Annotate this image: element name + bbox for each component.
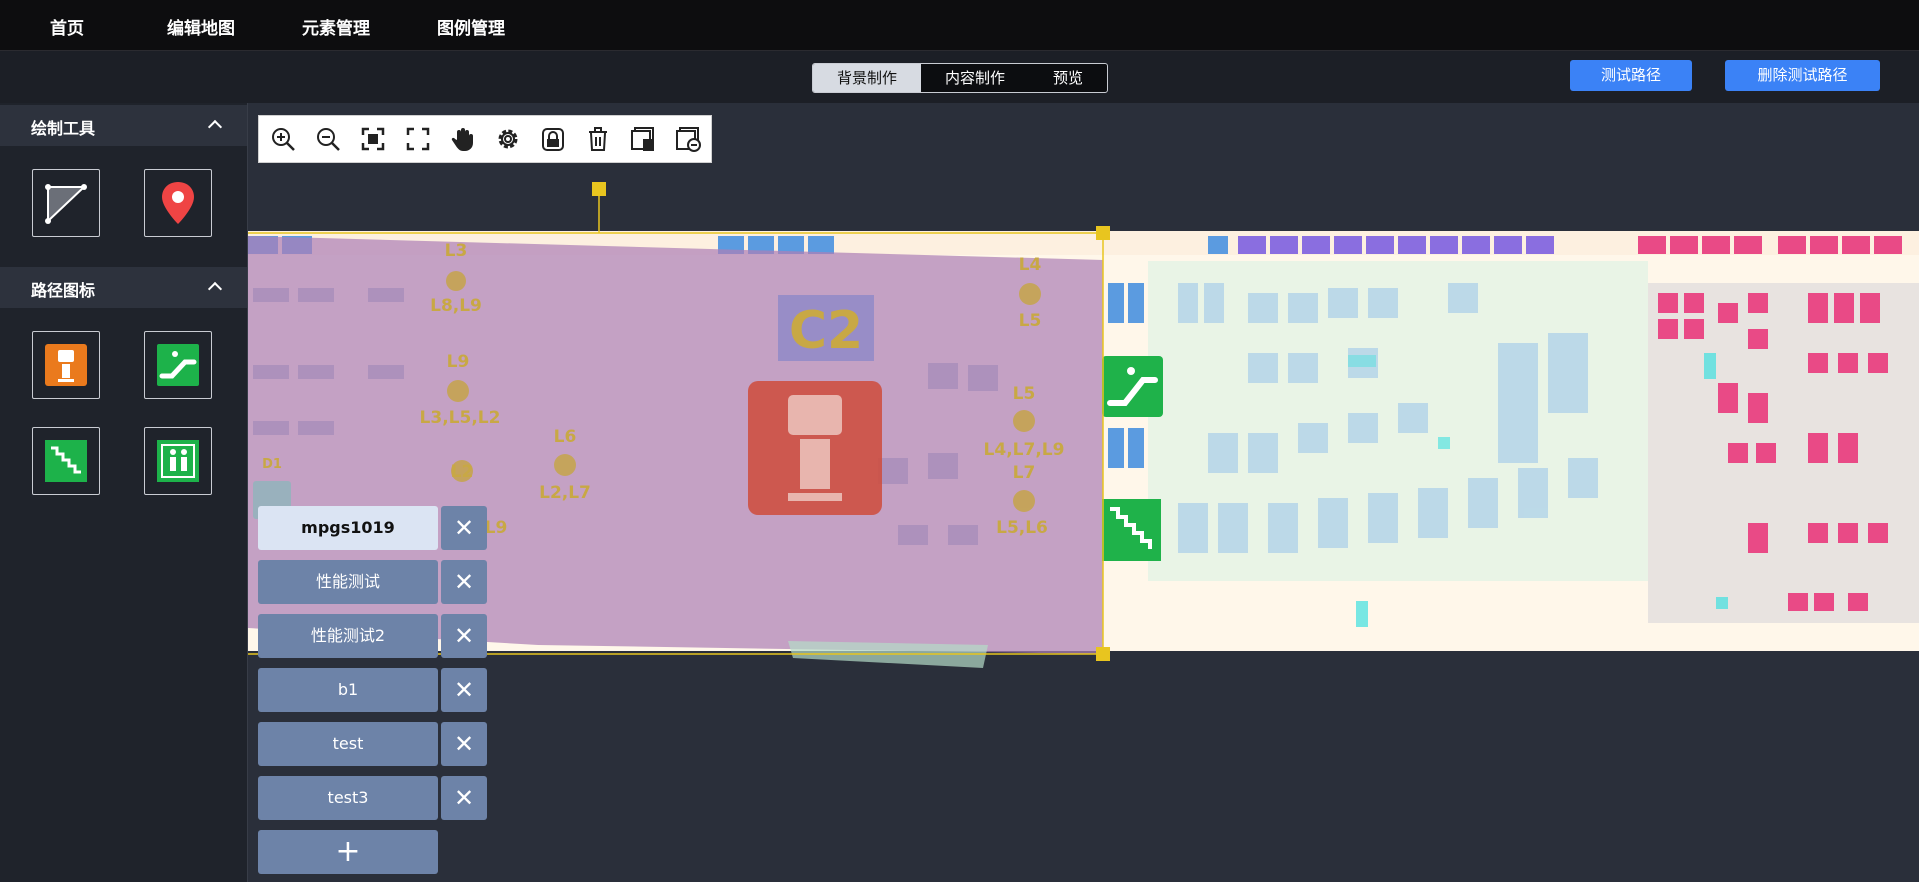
layer-item-test[interactable]: test — [258, 722, 438, 766]
route-label: L8,L9 — [430, 296, 482, 316]
remove-layer-icon — [676, 127, 701, 152]
route-label: L4 — [1019, 255, 1042, 275]
nav-legend-management[interactable]: 图例管理 — [437, 14, 505, 39]
settings-gear-icon — [498, 129, 518, 149]
mode-tab-group: 背景制作 内容制作 预览 — [812, 63, 1108, 93]
layer-item-performance-test[interactable]: 性能测试 — [258, 560, 438, 604]
layer-delete-button[interactable]: ✕ — [441, 560, 487, 604]
lock-icon — [542, 128, 564, 151]
fit-screen-button[interactable] — [359, 125, 387, 153]
route-label: L9 — [447, 352, 470, 372]
layer-delete-button[interactable]: ✕ — [441, 776, 487, 820]
close-icon: ✕ — [453, 676, 475, 704]
draw-tools-header[interactable]: 绘制工具 — [0, 105, 247, 146]
pan-button[interactable] — [449, 125, 477, 153]
tab-content-production[interactable]: 内容制作 — [921, 64, 1029, 92]
fullscreen-button[interactable] — [404, 125, 432, 153]
zoom-in-button[interactable] — [269, 125, 297, 153]
route-label: L2,L7 — [539, 483, 591, 503]
close-icon: ✕ — [453, 568, 475, 596]
zoom-out-button[interactable] — [314, 125, 342, 153]
route-label: L5 — [1019, 311, 1042, 331]
map-drawing[interactable]: C2 L3 L8,L9 L9 L3,L5,L2 L2 L6 L2,L7 L9 L… — [248, 103, 1919, 882]
close-icon: ✕ — [453, 784, 475, 812]
route-label: L4,L7,L9 — [984, 440, 1065, 460]
route-label: L7 — [1013, 463, 1036, 483]
test-route-button[interactable]: 测试路径 — [1570, 60, 1692, 91]
layer-delete-button[interactable]: ✕ — [441, 506, 487, 550]
tab-preview[interactable]: 预览 — [1029, 64, 1107, 92]
route-icon-escalator[interactable] — [144, 331, 212, 399]
add-layer-button[interactable]: + — [258, 830, 438, 874]
layer-item-test3[interactable]: test3 — [258, 776, 438, 820]
lock-button[interactable] — [539, 125, 567, 153]
delete-test-route-button[interactable]: 删除测试路径 — [1725, 60, 1880, 91]
location-pin-tool[interactable] — [144, 169, 212, 237]
layer-delete-button[interactable]: ✕ — [441, 668, 487, 712]
left-sidebar: 绘制工具 路径图标 — [0, 103, 248, 882]
layer-item-performance-test-2[interactable]: 性能测试2 — [258, 614, 438, 658]
route-icon-stairs[interactable] — [32, 427, 100, 495]
polygon-draw-tool[interactable] — [32, 169, 100, 237]
location-pin-icon — [162, 182, 194, 224]
fit-screen-icon — [361, 127, 385, 151]
kiosk-icon — [45, 344, 87, 386]
delete-layer-button[interactable] — [629, 125, 657, 153]
chevron-up-icon[interactable] — [207, 281, 223, 297]
route-label: L3,L5,L2 — [420, 408, 501, 428]
escalator-sign-icon[interactable] — [1102, 356, 1163, 417]
map-canvas[interactable]: C2 L3 L8,L9 L9 L3,L5,L2 L2 L6 L2,L7 L9 L… — [248, 103, 1919, 882]
route-icon-kiosk[interactable] — [32, 331, 100, 399]
delete-layer-icon — [631, 127, 654, 151]
route-label: L3 — [445, 241, 468, 261]
route-label: L5 — [1013, 384, 1036, 404]
plus-icon: + — [335, 834, 361, 869]
route-icons-title: 路径图标 — [31, 281, 96, 300]
fullscreen-icon — [406, 127, 430, 151]
polygon-draw-icon — [45, 184, 87, 224]
top-navigation-bar: 首页 编辑地图 元素管理 图例管理 — [0, 0, 1919, 51]
zoom-in-icon — [272, 128, 295, 151]
route-label: L2 — [451, 462, 474, 482]
map-toolbar — [258, 115, 712, 163]
route-icons-header[interactable]: 路径图标 — [0, 267, 247, 308]
layer-item-mpgs1019[interactable]: mpgs1019 — [258, 506, 438, 550]
escalator-icon — [157, 344, 199, 386]
draw-tools-title: 绘制工具 — [31, 119, 96, 138]
close-icon: ✕ — [453, 730, 475, 758]
nav-edit-map[interactable]: 编辑地图 — [167, 14, 235, 39]
settings-button[interactable] — [494, 125, 522, 153]
route-label: L9 — [485, 518, 508, 538]
route-icon-elevator[interactable] — [144, 427, 212, 495]
stairs-icon — [45, 440, 87, 482]
chevron-up-icon[interactable] — [207, 119, 223, 135]
route-label: L5,L6 — [996, 518, 1048, 538]
delete-trash-icon — [589, 127, 607, 151]
nav-element-management[interactable]: 元素管理 — [302, 14, 370, 39]
delete-button[interactable] — [584, 125, 612, 153]
nav-home[interactable]: 首页 — [50, 14, 84, 39]
layer-delete-button[interactable]: ✕ — [441, 722, 487, 766]
map-zone-label: C2 — [789, 301, 863, 361]
map-marker-label: D1 — [262, 457, 282, 472]
close-icon: ✕ — [453, 622, 475, 650]
pan-hand-icon — [451, 128, 473, 151]
layer-item-b1[interactable]: b1 — [258, 668, 438, 712]
tab-background-production[interactable]: 背景制作 — [813, 64, 921, 92]
route-label: L6 — [554, 427, 577, 447]
stairs-sign-icon[interactable] — [1102, 499, 1161, 561]
elevator-icon — [157, 440, 199, 482]
zoom-out-icon — [317, 128, 340, 151]
remove-layer-button[interactable] — [674, 125, 702, 153]
close-icon: ✕ — [453, 514, 475, 542]
layer-delete-button[interactable]: ✕ — [441, 614, 487, 658]
